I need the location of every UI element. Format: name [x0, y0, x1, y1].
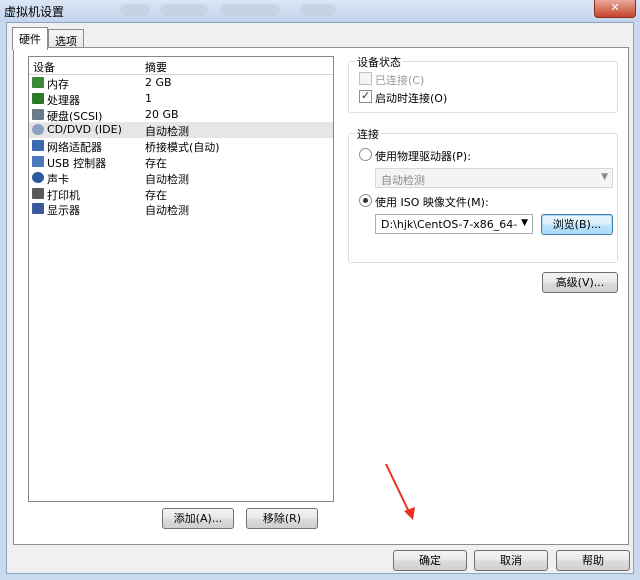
device-name: 硬盘(SCSI): [47, 109, 103, 123]
device-row[interactable]: 硬盘(SCSI) 20 GB: [29, 107, 333, 123]
device-row[interactable]: 打印机 存在: [29, 186, 333, 202]
display-icon: [32, 203, 44, 215]
device-row[interactable]: USB 控制器 存在: [29, 154, 333, 170]
device-name: USB 控制器: [47, 156, 107, 170]
device-list[interactable]: 设备 摘要 内存 2 GB 处理器 1 硬盘(SCSI) 20 GB CD/DVD (IDE…: [28, 56, 334, 502]
add-device-button[interactable]: 添加(A)...: [162, 508, 234, 529]
network-adapter-icon: [32, 140, 44, 152]
hard-disk-icon: [32, 108, 44, 120]
connection-group: 连接 使用物理驱动器(P): 自动检测 ▼ 使用 ISO 映像文件(M): D:…: [348, 126, 618, 263]
close-button[interactable]: ✕: [594, 0, 636, 18]
device-status-title: 设备状态: [355, 54, 403, 70]
device-status-group: 设备状态 已连接(C) ✓ 启动时连接(O): [348, 54, 618, 113]
device-name: 打印机: [47, 188, 80, 202]
chevron-down-icon: ▼: [601, 172, 608, 182]
advanced-button[interactable]: 高级(V)...: [542, 272, 618, 293]
iso-image-radio[interactable]: [359, 194, 372, 207]
device-list-header: 设备 摘要: [29, 57, 333, 75]
device-row[interactable]: 声卡 自动检测: [29, 170, 333, 186]
device-summary: 20 GB: [145, 107, 179, 121]
cancel-button[interactable]: 取消: [474, 550, 548, 571]
column-device[interactable]: 设备: [33, 59, 55, 75]
device-summary: 桥接模式(自动): [145, 141, 220, 155]
device-name: 网络适配器: [47, 141, 102, 155]
connect-at-power-on-label: 启动时连接(O): [375, 92, 448, 105]
physical-drive-select[interactable]: 自动检测 ▼: [375, 168, 613, 188]
connection-title: 连接: [355, 126, 381, 142]
device-name: 显示器: [47, 204, 80, 218]
device-summary: 存在: [145, 156, 167, 170]
cd-dvd-icon: [32, 124, 44, 136]
physical-drive-radio[interactable]: [359, 148, 372, 161]
device-summary: 2 GB: [145, 76, 172, 89]
device-name: CD/DVD (IDE): [47, 123, 122, 137]
close-icon: ✕: [610, 1, 620, 14]
radio-selected-dot: [363, 198, 368, 203]
tab-hardware[interactable]: 硬件: [12, 27, 48, 50]
device-summary: 自动检测: [145, 125, 189, 139]
title-bar-blur: [220, 4, 280, 16]
device-name: 处理器: [47, 93, 80, 107]
ok-button[interactable]: 确定: [393, 550, 467, 571]
device-row[interactable]: 处理器 1: [29, 91, 333, 107]
printer-icon: [32, 187, 44, 199]
title-bar-blur: [160, 4, 208, 16]
title-bar-blur: [300, 4, 336, 16]
hardware-panel: 设备 摘要 内存 2 GB 处理器 1 硬盘(SCSI) 20 GB CD/DVD (IDE…: [13, 47, 629, 545]
device-summary: 1: [145, 91, 152, 105]
title-bar-blur: [120, 4, 150, 16]
device-row[interactable]: 内存 2 GB: [29, 75, 333, 91]
column-summary[interactable]: 摘要: [145, 59, 167, 75]
connected-checkbox[interactable]: [359, 72, 372, 85]
connect-at-power-on-checkbox[interactable]: ✓: [359, 89, 372, 103]
device-name: 内存: [47, 78, 69, 91]
annotation-arrow-icon: [385, 463, 415, 520]
browse-button[interactable]: 浏览(B)...: [541, 214, 613, 235]
device-row[interactable]: 网络适配器 桥接模式(自动): [29, 138, 333, 154]
physical-drive-label: 使用物理驱动器(P):: [375, 150, 471, 163]
device-summary: 自动检测: [145, 204, 189, 218]
device-summary: 自动检测: [145, 172, 189, 186]
chevron-down-icon: ▼: [521, 218, 528, 228]
processor-icon: [32, 92, 44, 104]
dialog-client-area: 硬件 选项 设备 摘要 内存 2 GB 处理器 1 硬盘(SCSI) 20 GB CD/DV…: [6, 22, 634, 574]
physical-drive-value: 自动检测: [381, 174, 425, 187]
help-button[interactable]: 帮助: [556, 550, 630, 571]
usb-controller-icon: [32, 155, 44, 167]
memory-icon: [32, 77, 44, 88]
iso-image-path: D:\hjk\CentOS-7-x86_64-D\: [381, 218, 517, 231]
remove-device-button[interactable]: 移除(R): [246, 508, 318, 529]
window-title: 虚拟机设置: [4, 5, 65, 19]
iso-image-path-combo[interactable]: D:\hjk\CentOS-7-x86_64-D\ ▼: [375, 214, 533, 234]
title-bar[interactable]: 虚拟机设置 ✕: [0, 0, 640, 22]
connected-label: 已连接(C): [375, 74, 425, 87]
iso-image-label: 使用 ISO 映像文件(M):: [375, 196, 489, 209]
device-row[interactable]: 显示器 自动检测: [29, 201, 333, 217]
device-name: 声卡: [47, 172, 69, 186]
device-summary: 存在: [145, 188, 167, 202]
device-row[interactable]: CD/DVD (IDE) 自动检测: [29, 122, 333, 138]
sound-card-icon: [32, 171, 44, 183]
checkmark-icon: ✓: [361, 89, 371, 102]
